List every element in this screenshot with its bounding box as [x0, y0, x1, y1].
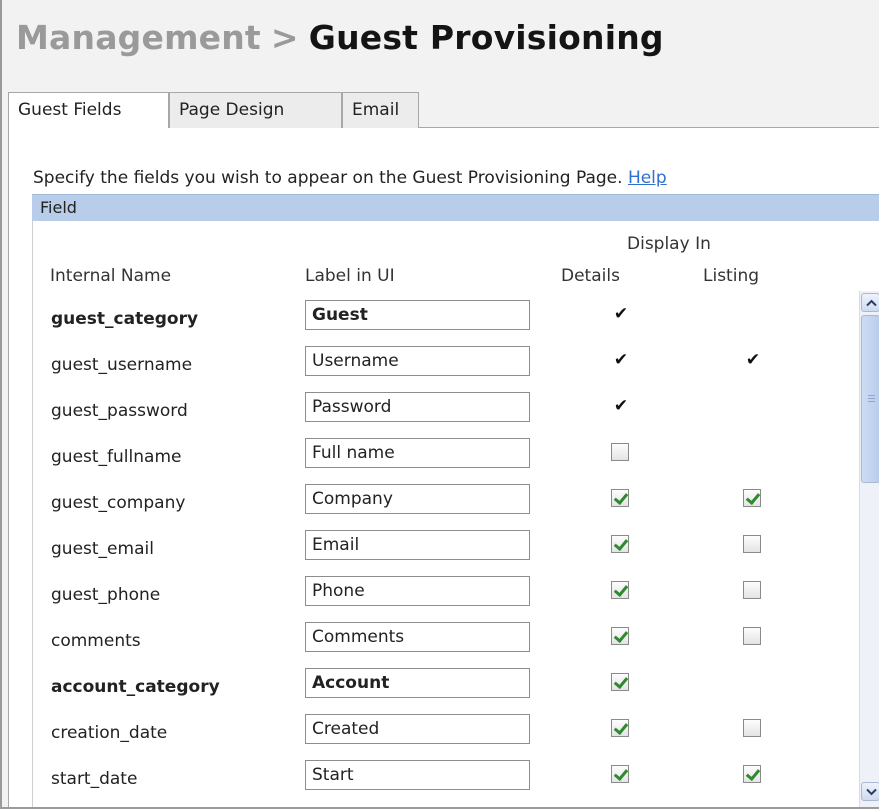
- label-in-ui-input[interactable]: [305, 760, 530, 790]
- details-checkbox[interactable]: [611, 719, 629, 737]
- table-row: creation_date: [33, 714, 823, 758]
- vertical-scrollbar[interactable]: [859, 291, 879, 809]
- listing-checkbox[interactable]: [743, 627, 761, 645]
- table-row: guest_fullname: [33, 438, 823, 482]
- table-row: comments: [33, 622, 823, 666]
- breadcrumb-current: Guest Provisioning: [308, 18, 664, 57]
- internal-name-cell: start_date: [51, 769, 138, 789]
- field-section-header: Field: [32, 194, 879, 221]
- fields-grid: Display In Internal Name Label in UI Det…: [32, 221, 879, 809]
- tab-bar: Guest Fields Page Design Email: [8, 92, 879, 130]
- listing-header: Listing: [703, 266, 760, 286]
- page-title: Management > Guest Provisioning: [16, 18, 664, 57]
- internal-name-cell: comments: [51, 631, 141, 651]
- label-in-ui-input[interactable]: [305, 622, 530, 652]
- table-row: guest_password ✔: [33, 392, 823, 436]
- table-row: account_category: [33, 668, 823, 712]
- details-checkbox[interactable]: [611, 489, 629, 507]
- guest-fields-panel: Specify the fields you wish to appear on…: [8, 128, 879, 809]
- table-row: guest_email: [33, 530, 823, 574]
- listing-checkbox[interactable]: [743, 489, 761, 507]
- internal-name-cell: guest_category: [51, 309, 199, 329]
- label-in-ui-input[interactable]: [305, 530, 530, 560]
- display-in-header: Display In: [627, 234, 711, 254]
- scroll-up-button[interactable]: [861, 293, 879, 312]
- internal-name-cell: guest_fullname: [51, 447, 182, 467]
- chevron-down-icon: [866, 788, 877, 796]
- label-in-ui-input[interactable]: [305, 484, 530, 514]
- tab-email[interactable]: Email: [342, 92, 419, 129]
- help-link[interactable]: Help: [628, 168, 667, 188]
- table-row: guest_category ✔: [33, 300, 823, 344]
- details-fixed-check-icon: ✔: [613, 396, 629, 416]
- tab-guest-fields[interactable]: Guest Fields: [8, 92, 169, 130]
- label-in-ui-input[interactable]: [305, 714, 530, 744]
- details-checkbox[interactable]: [611, 627, 629, 645]
- internal-name-cell: creation_date: [51, 723, 168, 743]
- table-row: guest_username ✔ ✔: [33, 346, 823, 390]
- scroll-down-button[interactable]: [861, 782, 879, 801]
- listing-checkbox[interactable]: [743, 765, 761, 783]
- chevron-up-icon: [866, 299, 877, 307]
- internal-name-cell: guest_email: [51, 539, 154, 559]
- details-fixed-check-icon: ✔: [613, 350, 629, 370]
- label-in-ui-input[interactable]: [305, 668, 530, 698]
- details-checkbox[interactable]: [611, 443, 629, 461]
- internal-name-cell: account_category: [51, 677, 220, 697]
- details-fixed-check-icon: ✔: [613, 304, 629, 324]
- listing-checkbox[interactable]: [743, 719, 761, 737]
- breadcrumb-parent[interactable]: Management: [16, 18, 261, 57]
- details-checkbox[interactable]: [611, 765, 629, 783]
- details-header: Details: [561, 266, 620, 286]
- internal-name-cell: guest_phone: [51, 585, 161, 605]
- label-in-ui-input[interactable]: [305, 576, 530, 606]
- listing-fixed-check-icon: ✔: [745, 350, 761, 370]
- table-row: start_date: [33, 760, 823, 804]
- details-checkbox[interactable]: [611, 673, 629, 691]
- intro-text: Specify the fields you wish to appear on…: [33, 168, 667, 188]
- internal-name-cell: guest_password: [51, 401, 188, 421]
- label-in-ui-input[interactable]: [305, 392, 530, 422]
- label-in-ui-header: Label in UI: [305, 266, 395, 286]
- grip-icon: [868, 395, 875, 404]
- label-in-ui-input[interactable]: [305, 300, 530, 330]
- label-in-ui-input[interactable]: [305, 346, 530, 376]
- details-checkbox[interactable]: [611, 581, 629, 599]
- scroll-thumb[interactable]: [861, 315, 879, 483]
- listing-checkbox[interactable]: [743, 581, 761, 599]
- table-row: guest_phone: [33, 576, 823, 620]
- listing-checkbox[interactable]: [743, 535, 761, 553]
- label-in-ui-input[interactable]: [305, 438, 530, 468]
- internal-name-cell: guest_company: [51, 493, 186, 513]
- internal-name-header: Internal Name: [50, 266, 172, 286]
- details-checkbox[interactable]: [611, 535, 629, 553]
- breadcrumb-separator: >: [270, 18, 299, 57]
- tab-page-design[interactable]: Page Design: [169, 92, 342, 129]
- intro-description: Specify the fields you wish to appear on…: [33, 168, 623, 188]
- table-row: guest_company: [33, 484, 823, 528]
- internal-name-cell: guest_username: [51, 355, 193, 375]
